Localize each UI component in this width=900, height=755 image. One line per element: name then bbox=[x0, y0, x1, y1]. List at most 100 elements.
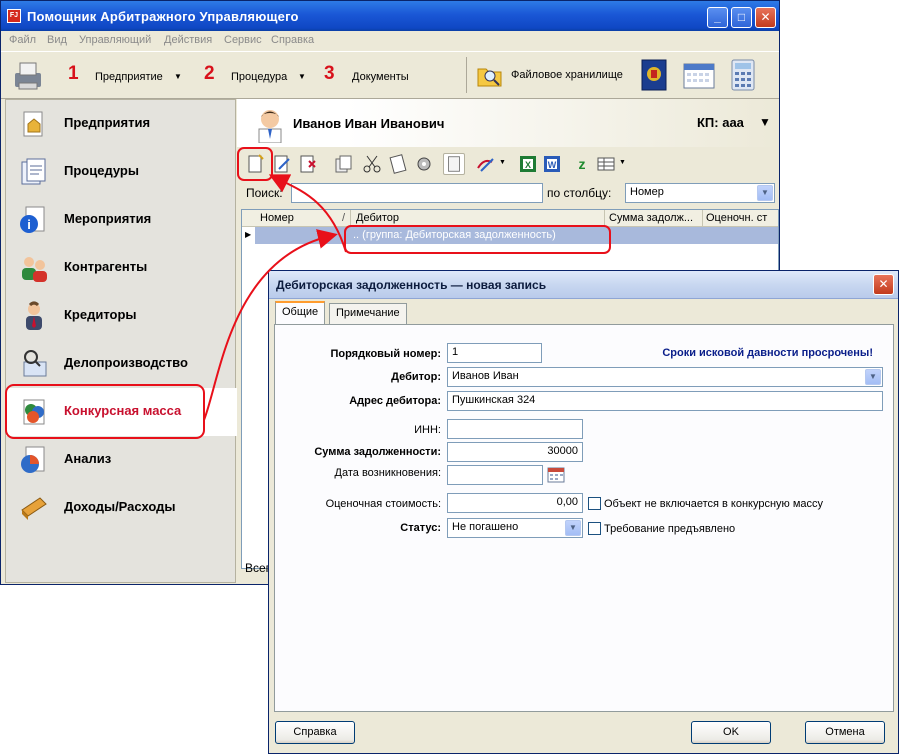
menu-help[interactable]: Справка bbox=[271, 34, 314, 46]
refresh-icon[interactable]: z bbox=[571, 153, 593, 175]
excluded-checkbox[interactable] bbox=[588, 497, 601, 510]
procedure-dropdown-icon[interactable]: ▼ bbox=[298, 72, 306, 81]
kp-dropdown-icon[interactable]: ▼ bbox=[759, 115, 771, 129]
search-row: Поиск: по столбцу: Номер ▼ bbox=[237, 183, 779, 205]
menu-manager[interactable]: Управляющий bbox=[79, 34, 151, 46]
file-storage-button[interactable]: Файловое хранилище bbox=[511, 69, 623, 81]
debtor-select[interactable]: Иванов Иван ▼ bbox=[447, 367, 883, 387]
status-select[interactable]: Не погашено ▼ bbox=[447, 518, 583, 538]
order-number-field[interactable]: 1 bbox=[447, 343, 542, 363]
kp-selector[interactable]: КП: ааа bbox=[697, 115, 744, 130]
chevron-down-icon[interactable]: ▼ bbox=[565, 520, 581, 536]
dialog-close-button[interactable]: ✕ bbox=[873, 274, 894, 295]
cut-icon[interactable] bbox=[361, 153, 383, 175]
menu-file[interactable]: Файл bbox=[9, 34, 36, 46]
navigation-panel: Предприятия Процедуры i Мероприятия Конт… bbox=[5, 99, 237, 583]
nav-item-enterprises[interactable]: Предприятия bbox=[6, 100, 237, 148]
column-debt-header[interactable]: Сумма задолж... bbox=[609, 212, 693, 224]
tab-general[interactable]: Общие bbox=[275, 301, 326, 325]
minimize-button[interactable]: _ bbox=[707, 7, 728, 28]
menu-actions[interactable]: Действия bbox=[164, 34, 212, 46]
calendar-picker-icon[interactable] bbox=[547, 466, 565, 484]
step-2-number: 2 bbox=[204, 63, 215, 84]
nav-item-income-expenses[interactable]: Доходы/Расходы bbox=[6, 484, 237, 532]
documents-icon[interactable] bbox=[387, 153, 409, 175]
debt-amount-field[interactable]: 30000 bbox=[447, 442, 583, 462]
export-word-icon[interactable]: W bbox=[541, 153, 563, 175]
column-select[interactable]: Номер ▼ bbox=[625, 183, 775, 203]
ok-button[interactable]: OK bbox=[691, 721, 771, 744]
claim-submitted-checkbox[interactable] bbox=[588, 522, 601, 535]
user-header: Иванов Иван Иванович КП: ааа ▼ bbox=[237, 99, 779, 147]
nav-item-analysis[interactable]: Анализ bbox=[6, 436, 237, 484]
date-label: Дата возникновения: bbox=[334, 467, 441, 479]
nav-item-events[interactable]: i Мероприятия bbox=[6, 196, 237, 244]
help-button[interactable]: Справка bbox=[275, 721, 355, 744]
link-dropdown-icon[interactable]: ▼ bbox=[499, 159, 506, 166]
column-divider[interactable] bbox=[702, 210, 703, 227]
column-divider[interactable] bbox=[604, 210, 605, 227]
enterprise-dropdown-icon[interactable]: ▼ bbox=[174, 72, 182, 81]
emblem-book-icon[interactable] bbox=[641, 59, 667, 91]
enterprise-menu[interactable]: Предприятие bbox=[95, 71, 163, 83]
debtor-address-field[interactable]: Пушкинская 324 bbox=[447, 391, 883, 411]
svg-text:z: z bbox=[579, 156, 586, 172]
calculator-icon[interactable] bbox=[731, 59, 755, 91]
new-record-icon[interactable] bbox=[245, 153, 267, 175]
tab-note[interactable]: Примечание bbox=[329, 303, 407, 325]
column-divider[interactable] bbox=[350, 210, 351, 227]
settings-icon[interactable] bbox=[413, 153, 435, 175]
svg-text:W: W bbox=[548, 160, 557, 170]
nav-item-paperwork[interactable]: Делопроизводство bbox=[6, 340, 237, 388]
export-excel-icon[interactable]: X bbox=[517, 153, 539, 175]
delete-record-icon[interactable] bbox=[297, 153, 319, 175]
user-avatar bbox=[258, 110, 282, 143]
chevron-down-icon[interactable]: ▼ bbox=[757, 185, 773, 201]
menu-view[interactable]: Вид bbox=[47, 34, 67, 46]
column-debtor-header[interactable]: Дебитор bbox=[356, 212, 399, 224]
columns-icon[interactable] bbox=[595, 153, 617, 175]
nav-item-counterparties[interactable]: Контрагенты bbox=[6, 244, 237, 292]
debtor-select-value: Иванов Иван bbox=[452, 370, 519, 382]
window-titlebar: FJ Помощник Арбитражного Управляющего _ … bbox=[1, 1, 779, 31]
maximize-button[interactable]: □ bbox=[731, 7, 752, 28]
printer-icon[interactable] bbox=[13, 61, 45, 91]
analysis-icon bbox=[21, 446, 45, 473]
general-tab-panel: Сроки исковой давности просрочены! Поряд… bbox=[274, 324, 894, 712]
search-input[interactable] bbox=[291, 183, 543, 203]
debtor-label: Дебитор: bbox=[391, 371, 441, 383]
copy-record-icon[interactable] bbox=[333, 153, 355, 175]
window-close-button[interactable]: ✕ bbox=[755, 7, 776, 28]
nav-label-analysis: Анализ bbox=[64, 451, 112, 466]
column-number-header[interactable]: Номер bbox=[260, 212, 294, 224]
nav-label-bankruptcy-estate: Конкурсная масса bbox=[64, 403, 182, 418]
app-logo: FJ bbox=[7, 9, 21, 23]
column-select-value: Номер bbox=[630, 186, 664, 198]
procedure-menu[interactable]: Процедура bbox=[231, 71, 287, 83]
table-row[interactable]: .. (группа: Дебиторская задолженность) bbox=[255, 227, 778, 244]
menu-service[interactable]: Сервис bbox=[224, 34, 262, 46]
step-1-number: 1 bbox=[68, 63, 79, 84]
nav-item-procedures[interactable]: Процедуры bbox=[6, 148, 237, 196]
row-pointer-icon: ▶ bbox=[245, 230, 252, 239]
estimate-field[interactable]: 0,00 bbox=[447, 493, 583, 513]
attach-button[interactable] bbox=[443, 153, 465, 175]
cancel-button[interactable]: Отмена bbox=[805, 721, 885, 744]
column-label: по столбцу: bbox=[547, 186, 612, 200]
documents-menu[interactable]: Документы bbox=[352, 71, 409, 83]
inn-field[interactable] bbox=[447, 419, 583, 439]
svg-text:X: X bbox=[525, 160, 531, 170]
nav-item-creditors[interactable]: Кредиторы bbox=[6, 292, 237, 340]
edit-record-icon[interactable] bbox=[271, 153, 293, 175]
date-field[interactable] bbox=[447, 465, 543, 485]
calendar-icon[interactable] bbox=[683, 61, 715, 89]
menubar: Файл Вид Управляющий Действия Сервис Спр… bbox=[1, 31, 779, 51]
nav-item-bankruptcy-estate[interactable]: Конкурсная масса bbox=[6, 388, 237, 436]
column-estimate-header[interactable]: Оценочн. ст bbox=[706, 212, 767, 224]
info-icon: i bbox=[20, 206, 45, 233]
chevron-down-icon[interactable]: ▼ bbox=[865, 369, 881, 385]
enterprise-icon bbox=[23, 111, 43, 137]
folder-search-icon[interactable] bbox=[476, 61, 504, 89]
columns-dropdown-icon[interactable]: ▼ bbox=[619, 159, 626, 166]
link-icon[interactable] bbox=[475, 153, 497, 175]
